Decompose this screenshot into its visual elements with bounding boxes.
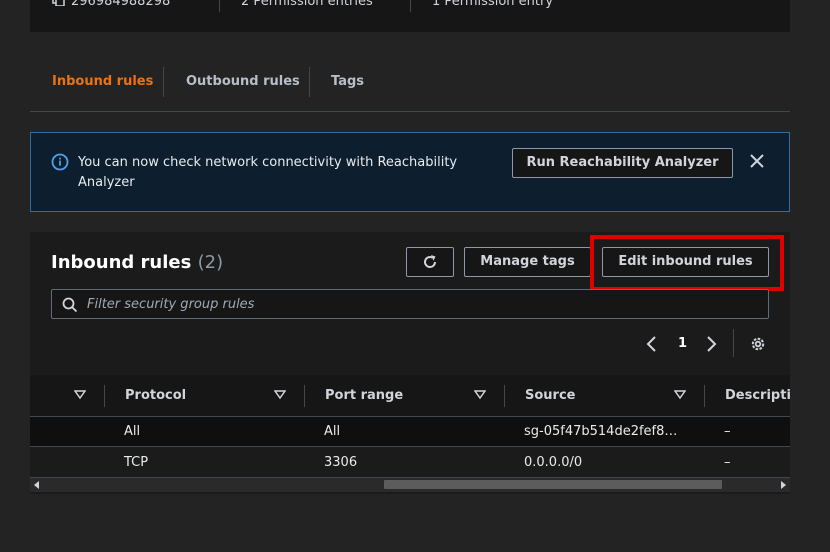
panel-title: Inbound rules (2) (51, 252, 223, 273)
divider (733, 329, 734, 357)
sort-icon[interactable] (474, 390, 486, 400)
refresh-button[interactable] (406, 247, 454, 277)
inbound-rules-count: 2 Permission entries (241, 0, 373, 9)
tab-divider (309, 67, 310, 97)
outbound-rules-count: 1 Permission entry (432, 0, 554, 9)
sort-icon[interactable] (274, 390, 286, 400)
sort-icon[interactable] (74, 390, 86, 400)
search-input[interactable] (87, 294, 747, 314)
filter-search (51, 289, 769, 319)
cell-protocol: TCP (124, 455, 149, 470)
copy-icon[interactable] (52, 0, 66, 6)
security-group-page: 296984988298 2 Permission entries 1 Perm… (0, 0, 830, 552)
rules-count: (2) (197, 252, 224, 273)
tab-inbound-rules[interactable]: Inbound rules (52, 74, 153, 89)
column-header-port-range[interactable]: Port range (325, 388, 403, 403)
tab-tags[interactable]: Tags (331, 74, 364, 89)
tab-bar: Inbound rules Outbound rules Tags (30, 60, 790, 112)
scroll-right-icon[interactable] (779, 481, 787, 489)
scrollbar-thumb[interactable] (384, 480, 722, 489)
divider (410, 0, 411, 12)
chevron-left-icon[interactable] (644, 335, 660, 353)
close-icon[interactable] (749, 153, 765, 169)
table-row[interactable]: All All sg-05f47b514de2fef8… – (30, 417, 790, 447)
inbound-rules-panel: Inbound rules (2) Manage tags Edit inbou… (30, 232, 790, 494)
page-number[interactable]: 1 (678, 336, 687, 351)
sort-icon[interactable] (674, 390, 686, 400)
column-header-protocol[interactable]: Protocol (125, 388, 186, 403)
rules-table: Protocol Port range Source Descriptio Al… (30, 375, 790, 482)
column-divider (104, 385, 105, 407)
cell-port-range: 3306 (324, 455, 358, 470)
scroll-left-icon[interactable] (33, 481, 41, 489)
cell-source: 0.0.0.0/0 (524, 455, 583, 470)
search-icon (62, 297, 78, 313)
owner-id: 296984988298 (71, 0, 171, 9)
table-row[interactable]: TCP 3306 0.0.0.0/0 – (30, 448, 790, 478)
banner-message: You can now check network connectivity w… (78, 155, 458, 190)
divider (219, 0, 220, 12)
gear-icon[interactable] (749, 335, 767, 353)
tab-outbound-rules[interactable]: Outbound rules (186, 74, 300, 89)
cell-description: – (724, 455, 731, 470)
run-reachability-analyzer-button[interactable]: Run Reachability Analyzer (512, 148, 733, 178)
info-banner: You can now check network connectivity w… (30, 132, 790, 212)
chevron-right-icon[interactable] (703, 335, 719, 353)
details-summary: 296984988298 2 Permission entries 1 Perm… (30, 0, 790, 32)
column-header-description[interactable]: Descriptio (725, 388, 790, 403)
cell-source[interactable]: sg-05f47b514de2fef8… (524, 424, 677, 439)
tab-divider (163, 67, 164, 97)
cell-protocol: All (124, 424, 141, 439)
highlight-box (590, 235, 784, 291)
column-header-source[interactable]: Source (525, 388, 575, 403)
horizontal-scrollbar[interactable] (30, 478, 790, 492)
column-divider (704, 385, 705, 407)
panel-title-text: Inbound rules (51, 252, 192, 273)
table-header: Protocol Port range Source Descriptio (30, 375, 790, 417)
column-divider (304, 385, 305, 407)
cell-description: – (724, 424, 731, 439)
info-icon (51, 153, 69, 171)
cell-port-range: All (324, 424, 341, 439)
column-divider (504, 385, 505, 407)
refresh-icon (424, 255, 437, 268)
manage-tags-button[interactable]: Manage tags (464, 247, 591, 277)
